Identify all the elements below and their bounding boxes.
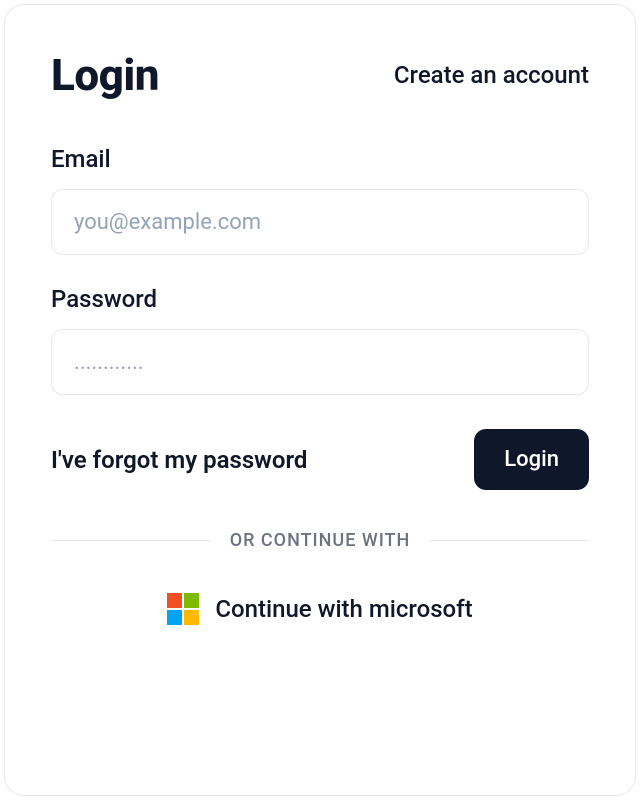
create-account-link[interactable]: Create an account xyxy=(394,61,589,89)
forgot-password-link[interactable]: I've forgot my password xyxy=(51,446,307,474)
action-row: I've forgot my password Login xyxy=(51,429,589,490)
header-row: Login Create an account xyxy=(51,49,589,101)
divider-line-left xyxy=(51,540,210,541)
divider-text: OR CONTINUE WITH xyxy=(230,530,411,551)
page-title: Login xyxy=(51,49,159,101)
continue-with-microsoft-button[interactable]: Continue with microsoft xyxy=(51,583,589,635)
ms-square-yellow xyxy=(184,610,199,625)
ms-square-blue xyxy=(167,610,182,625)
email-label: Email xyxy=(51,145,589,173)
divider: OR CONTINUE WITH xyxy=(51,530,589,551)
divider-line-right xyxy=(430,540,589,541)
password-field-group: Password xyxy=(51,285,589,395)
email-field-group: Email xyxy=(51,145,589,255)
microsoft-logo-icon xyxy=(167,593,199,625)
ms-square-green xyxy=(184,593,199,608)
microsoft-button-label: Continue with microsoft xyxy=(215,595,472,623)
password-input[interactable] xyxy=(51,329,589,395)
password-label: Password xyxy=(51,285,589,313)
login-button[interactable]: Login xyxy=(474,429,589,490)
email-input[interactable] xyxy=(51,189,589,255)
ms-square-red xyxy=(167,593,182,608)
login-card: Login Create an account Email Password I… xyxy=(4,4,636,796)
